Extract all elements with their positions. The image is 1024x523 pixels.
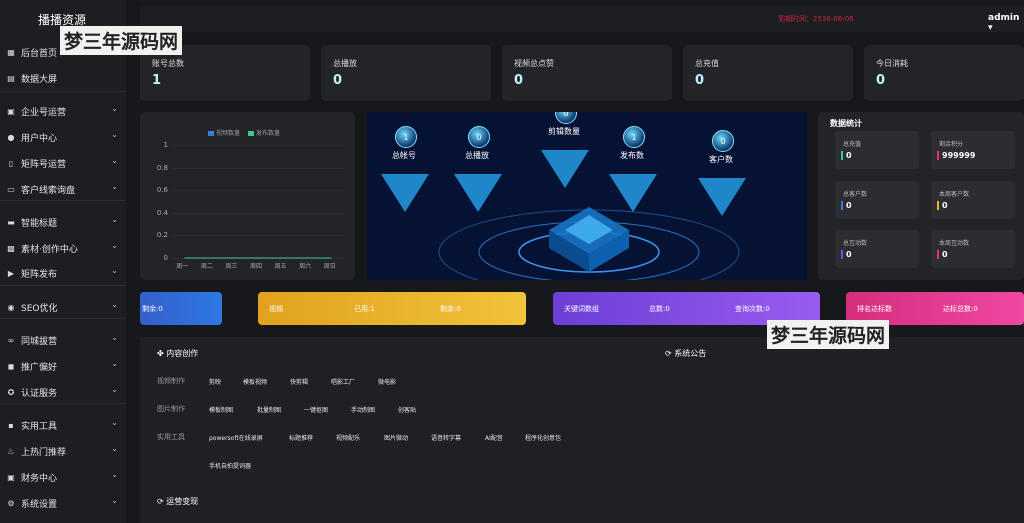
tool-row-label: 视频制作 xyxy=(157,377,185,385)
tool-link[interactable]: 模板制图 xyxy=(209,405,233,414)
viz-label: 剪辑数量 xyxy=(548,127,580,136)
band-title: 排名达标数 xyxy=(857,305,892,313)
viz-label: 客户数 xyxy=(709,155,733,164)
stats-box: 总互动数 0 xyxy=(835,230,919,268)
tool-link[interactable]: 批量制图 xyxy=(257,405,281,414)
tool-row-label: 图片制作 xyxy=(157,405,185,413)
tool-link[interactable]: 剪映 xyxy=(209,377,221,386)
band-total: 总数:0 xyxy=(649,305,670,313)
tool-link[interactable]: 程序化创意包 xyxy=(525,433,561,442)
viz-value-orb: 1 xyxy=(623,126,645,148)
stats-box: 总充值 0 xyxy=(835,131,919,169)
tool-link[interactable]: 图片微动 xyxy=(384,433,408,442)
stats-box-label: 总互动数 xyxy=(843,240,868,247)
pyramid-shape xyxy=(541,150,589,188)
tool-link[interactable]: 标题推荐 xyxy=(289,433,313,442)
band-remaining[interactable]: 剩余:0 xyxy=(140,292,222,325)
tool-link[interactable]: 语音转字幕 xyxy=(431,433,461,442)
refresh-icon: ⟳ xyxy=(157,497,164,506)
tool-link[interactable]: 模板视频 xyxy=(243,377,267,386)
viz-value-orb: 0 xyxy=(712,130,734,152)
stats-box-value: 0 xyxy=(841,151,852,160)
band-used: 已用:1 xyxy=(354,305,375,313)
bell-icon: ⟳ xyxy=(665,349,672,358)
creation-title: 内容创作 xyxy=(166,349,199,358)
stats-box-label: 剩余积分 xyxy=(939,141,964,148)
viz-label: 总帐号 xyxy=(392,151,416,160)
stats-box-value: 0 xyxy=(937,250,948,259)
creation-panel xyxy=(140,337,1024,523)
stats-title: 数据统计 xyxy=(830,119,862,128)
stats-box-label: 总充值 xyxy=(843,141,862,148)
creation-header: ✤ 内容创作 xyxy=(157,348,198,359)
band-title: 关键词数组 xyxy=(564,305,599,313)
viz-value-orb: 1 xyxy=(395,126,417,148)
viz-label: 发布数 xyxy=(620,151,644,160)
tool-link[interactable]: AI配音 xyxy=(485,433,503,442)
tool-link[interactable]: 唱影工厂 xyxy=(331,377,355,386)
pyramid-shape xyxy=(454,174,502,212)
stats-box: 本周互动数 0 xyxy=(931,230,1015,268)
data-visualization: 1 总帐号 0 总播放 0 剪辑数量 1 发布数 0 客户数 xyxy=(367,112,807,280)
tool-link[interactable]: 快剪辑 xyxy=(290,377,308,386)
stats-box-value: 0 xyxy=(937,201,948,210)
stats-box-value: 0 xyxy=(841,250,852,259)
tool-row-label: 实用工具 xyxy=(157,433,185,441)
tool-link[interactable]: powersoft在线录屏 xyxy=(209,433,263,442)
band-remaining: 剩余:0 xyxy=(440,305,461,313)
tool-link[interactable]: 手机自拍提词器 xyxy=(209,461,251,470)
stats-box: 剩余积分 999999 xyxy=(931,131,1015,169)
tool-link[interactable]: 视频配乐 xyxy=(336,433,360,442)
tool-link[interactable]: 手动制图 xyxy=(351,405,375,414)
stats-box-label: 本周互动数 xyxy=(939,240,970,247)
watermark: 梦三年源码网 xyxy=(767,320,890,349)
tool-link[interactable]: 创客贴 xyxy=(398,405,416,414)
stats-box: 总客户数 0 xyxy=(835,181,919,219)
band-title: 视频 xyxy=(269,305,283,313)
tool-link[interactable]: 一键抠图 xyxy=(304,405,328,414)
watermark: 梦三年源码网 xyxy=(60,26,183,55)
stats-box-label: 本周客户数 xyxy=(939,191,970,198)
band-queries: 查询次数:0 xyxy=(735,305,770,313)
band-total: 达标总数:0 xyxy=(943,305,978,313)
viz-value-orb: 0 xyxy=(468,126,490,148)
ops-title: 运营变现 xyxy=(166,497,199,506)
pyramid-shape xyxy=(381,174,429,212)
band-video[interactable]: 视频 已用:1 剩余:0 xyxy=(258,292,526,325)
stats-box-value: 999999 xyxy=(937,151,975,160)
stats-box-label: 总客户数 xyxy=(843,191,868,198)
notice-header: ⟳ 系统公告 xyxy=(665,348,706,359)
pyramid-shape xyxy=(609,174,657,212)
band-text: 剩余:0 xyxy=(142,305,163,313)
tool-link[interactable]: 微电影 xyxy=(378,377,396,386)
ops-header: ⟳ 运营变现 xyxy=(157,496,198,507)
pyramid-shape xyxy=(698,178,746,216)
viz-label: 总播放 xyxy=(465,151,489,160)
stats-box: 本周客户数 0 xyxy=(931,181,1015,219)
notice-title: 系统公告 xyxy=(674,349,707,358)
apps-icon: ✤ xyxy=(157,349,164,358)
stats-box-value: 0 xyxy=(841,201,852,210)
